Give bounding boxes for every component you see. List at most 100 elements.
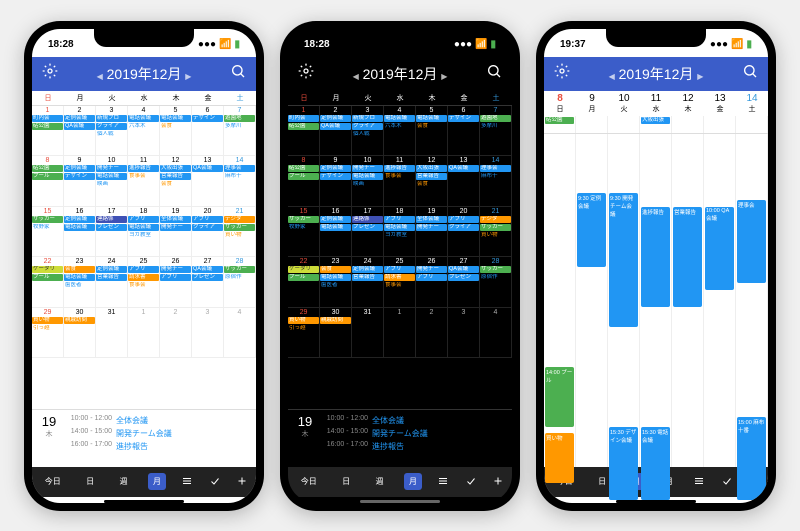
week-day-header[interactable]: 8日 (544, 91, 576, 116)
week-column[interactable]: 10:00 QA会議 (704, 134, 736, 467)
event-chip[interactable]: 理事会 (224, 165, 255, 172)
event-chip[interactable]: プレゼン (192, 274, 223, 281)
week-event[interactable]: 理事会 (737, 200, 766, 283)
event-chip[interactable]: 会食 (416, 123, 447, 130)
event-chip[interactable]: 開発チー (160, 224, 191, 231)
settings-icon[interactable] (42, 63, 58, 84)
event-chip[interactable]: QA会議 (448, 266, 479, 273)
day-cell[interactable]: 6デザイン (448, 106, 480, 157)
event-chip[interactable]: 電話会議 (64, 274, 95, 281)
day-cell[interactable]: 12大阪出張営業報告会食 (416, 156, 448, 207)
day-cell[interactable]: 28サッカー原宿作 (480, 257, 512, 308)
tb-month[interactable]: 月 (148, 473, 166, 490)
day-cell[interactable]: 1 (128, 308, 160, 359)
day-cell[interactable]: 3新規プロクライア個人戦 (352, 106, 384, 157)
event-chip[interactable]: プレゼン (352, 224, 383, 231)
day-cell[interactable]: 8砧公園プール (288, 156, 320, 207)
event-chip[interactable]: 親戚訪問 (320, 317, 351, 324)
event-chip[interactable]: 個人戦 (352, 131, 383, 138)
event-chip[interactable]: アプリ (416, 274, 447, 281)
event-chip[interactable]: 映画 (352, 181, 383, 188)
event-chip[interactable]: 買い物 (32, 317, 63, 324)
week-day-header[interactable]: 14土 (736, 91, 768, 116)
event-chip[interactable]: 買い物 (288, 317, 319, 324)
event-chip[interactable]: 電話会議 (352, 173, 383, 180)
event-chip[interactable]: 請求書 (128, 274, 159, 281)
detail-event-row[interactable]: 16:00 - 17:00進捗報告 (62, 440, 252, 453)
day-cell[interactable]: 4電話会議六本木 (384, 106, 416, 157)
day-cell[interactable]: 19全体会議開発チー (160, 207, 192, 258)
tb-list-icon[interactable] (437, 475, 449, 489)
event-chip[interactable]: 営業報告 (160, 173, 191, 180)
week-column[interactable]: 9:30 定例会議 (576, 134, 608, 467)
day-cell[interactable]: 11進捗報告食事会 (384, 156, 416, 207)
day-cell[interactable]: 17連絡係プレゼン (352, 207, 384, 258)
prev-month[interactable]: ◀ (97, 72, 103, 81)
event-chip[interactable]: デザイン (448, 115, 479, 122)
day-cell[interactable]: 16定例会議電話会議 (320, 207, 352, 258)
title[interactable]: 2019年12月 (363, 66, 438, 82)
event-chip[interactable]: 砧公園 (32, 165, 63, 172)
event-chip[interactable]: 麻布十 (224, 173, 255, 180)
tb-check-icon[interactable] (465, 475, 477, 489)
event-chip[interactable]: 全体会議 (160, 216, 191, 223)
week-event[interactable]: 15:30 デザイン会議 (609, 427, 638, 500)
event-chip[interactable]: サッカー (480, 224, 511, 231)
event-chip[interactable]: 定例会議 (96, 266, 127, 273)
tb-today[interactable]: 今日 (40, 473, 66, 490)
allday-event[interactable]: 砧公園 (545, 117, 574, 124)
search-icon[interactable] (486, 63, 502, 84)
event-chip[interactable]: 理事会 (480, 165, 511, 172)
day-cell[interactable]: 12大阪出張営業報告会食 (160, 156, 192, 207)
day-cell[interactable]: 11進捗報告食事会 (128, 156, 160, 207)
allday-event[interactable]: 大阪出張 (641, 117, 670, 124)
day-cell[interactable]: 5電話会議会食 (416, 106, 448, 157)
tb-week[interactable]: 週 (371, 473, 389, 490)
event-chip[interactable]: 歯医者 (320, 282, 351, 289)
day-cell[interactable]: 28サッカー原宿作 (224, 257, 256, 308)
week-event[interactable]: 9:30 定例会議 (577, 193, 606, 266)
event-chip[interactable]: ケータリ (288, 266, 319, 273)
detail-event-row[interactable]: 16:00 - 17:00進捗報告 (318, 440, 508, 453)
day-cell[interactable]: 4 (480, 308, 512, 359)
day-cell[interactable]: 7遊園地多摩川 (480, 106, 512, 157)
day-cell[interactable]: 23会食電話会議歯医者 (320, 257, 352, 308)
event-chip[interactable]: 定例会議 (320, 165, 351, 172)
event-chip[interactable]: 新規プロ (352, 115, 383, 122)
event-chip[interactable]: 定例会議 (64, 165, 95, 172)
week-event[interactable]: 進捗報告 (641, 207, 670, 307)
event-chip[interactable]: 電話会議 (96, 173, 127, 180)
event-chip[interactable]: QA会議 (320, 123, 351, 130)
detail-event-row[interactable]: 14:00 - 15:00開発チーム会議 (318, 427, 508, 440)
week-column[interactable]: 9:30 開発チーム会議15:30 デザイン会議映画 (608, 134, 640, 467)
event-chip[interactable]: 会食 (416, 181, 447, 188)
day-cell[interactable]: 5電話会議会食 (160, 106, 192, 157)
event-chip[interactable]: 多摩川 (224, 123, 255, 130)
event-chip[interactable]: 会食 (64, 266, 95, 273)
event-chip[interactable]: アプリ (160, 274, 191, 281)
week-day-header[interactable]: 9月 (576, 91, 608, 116)
event-chip[interactable]: 請求書 (384, 274, 415, 281)
event-chip[interactable]: 町内会 (288, 115, 319, 122)
event-chip[interactable]: 全体会議 (416, 216, 447, 223)
week-event[interactable]: 9:30 開発チーム会議 (609, 193, 638, 326)
day-cell[interactable]: 18アプリ電話会議ヨガ教室 (128, 207, 160, 258)
event-chip[interactable]: プール (288, 274, 319, 281)
day-cell[interactable]: 1町内会砧公園 (32, 106, 64, 157)
day-cell[interactable]: 17連絡係プレゼン (96, 207, 128, 258)
day-cell[interactable]: 27QA会議プレゼン (448, 257, 480, 308)
week-event[interactable]: 買い物 (545, 433, 574, 483)
event-chip[interactable]: 電話会議 (384, 224, 415, 231)
event-chip[interactable]: 開発チー (416, 224, 447, 231)
event-chip[interactable]: 開発チー (352, 165, 383, 172)
day-cell[interactable]: 30親戚訪問 (64, 308, 96, 359)
day-cell[interactable]: 14理事会麻布十 (224, 156, 256, 207)
event-chip[interactable]: 連絡係 (352, 216, 383, 223)
event-chip[interactable]: アプリ (192, 216, 223, 223)
event-chip[interactable]: 新規プロ (96, 115, 127, 122)
week-column[interactable]: 理事会15:00 麻布十番 (736, 134, 768, 467)
event-chip[interactable]: サッカー (224, 266, 255, 273)
event-chip[interactable]: ヨガ教室 (128, 232, 159, 239)
event-chip[interactable]: クライア (352, 123, 383, 130)
event-chip[interactable]: 町内会 (32, 115, 63, 122)
